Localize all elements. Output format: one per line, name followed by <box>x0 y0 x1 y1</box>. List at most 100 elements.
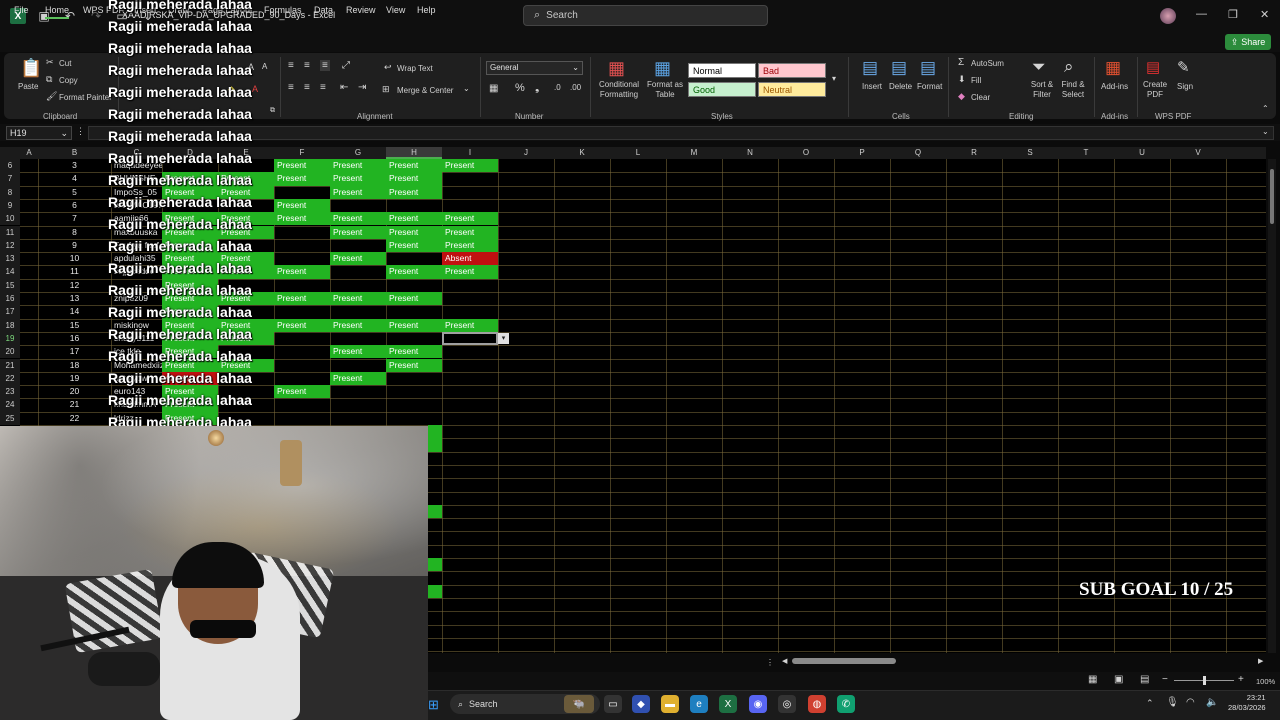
wifi-icon[interactable]: ◠ <box>1186 697 1195 708</box>
restore-icon[interactable]: ❐ <box>1228 8 1238 21</box>
cell-g[interactable]: Present <box>386 292 442 306</box>
cell-a[interactable]: 6 <box>38 199 111 212</box>
cell-a[interactable]: 20 <box>38 385 111 398</box>
zoom-out-icon[interactable]: − <box>1162 674 1168 685</box>
copilot-icon[interactable]: ◆ <box>632 695 650 713</box>
more-icon[interactable]: ⋮ <box>76 126 85 137</box>
tab-file[interactable]: File <box>14 5 29 15</box>
format-painter-icon[interactable]: 🖌 <box>46 91 57 102</box>
cell-g[interactable]: Present <box>386 265 442 279</box>
windows-start-icon[interactable]: ⊞ <box>428 697 442 712</box>
cell-g[interactable] <box>386 279 442 292</box>
zoom-level[interactable]: 100% <box>1256 677 1275 686</box>
search-box[interactable]: ⌕ Search <box>523 5 768 26</box>
column-header-o[interactable]: O <box>778 147 834 159</box>
cell-f[interactable]: Present <box>330 371 386 386</box>
whatsapp-icon[interactable]: ✆ <box>837 695 855 713</box>
column-header-k[interactable]: K <box>554 147 610 159</box>
minimize-icon[interactable]: — <box>1196 8 1207 20</box>
column-header-g[interactable]: G <box>330 147 386 159</box>
sign-button[interactable]: Sign <box>1177 82 1193 91</box>
sign-icon[interactable]: ✎ <box>1177 58 1190 76</box>
collapse-ribbon-icon[interactable]: ⌃ <box>1262 104 1269 113</box>
cell-a[interactable]: 10 <box>38 252 111 265</box>
row-header[interactable]: 12 <box>0 238 20 253</box>
cell-h[interactable] <box>442 292 498 305</box>
expand-formula-icon[interactable]: ⌄ <box>1262 127 1269 136</box>
row-header[interactable]: 14 <box>0 265 20 279</box>
row-header[interactable]: 21 <box>0 358 20 372</box>
chrome-icon[interactable]: ◍ <box>808 695 826 713</box>
cell-g[interactable]: Present <box>386 172 442 186</box>
format-painter-button[interactable]: Format Painter <box>59 93 112 102</box>
column-header-h[interactable]: H <box>386 147 442 159</box>
align-center-icon[interactable]: ≡ <box>304 82 310 93</box>
style-neutral[interactable]: Neutral <box>758 82 826 97</box>
row-header[interactable]: 15 <box>0 278 20 292</box>
addins-icon[interactable]: ▦ <box>1105 58 1121 78</box>
row-header[interactable]: 10 <box>0 212 20 226</box>
scroll-thumb[interactable] <box>792 658 896 664</box>
cell-g[interactable]: Present <box>386 225 442 239</box>
row-header[interactable]: 17 <box>0 305 20 319</box>
cell-g[interactable] <box>386 372 442 385</box>
name-box[interactable]: H19 ⌄ <box>6 126 72 140</box>
column-header-s[interactable]: S <box>1002 147 1058 159</box>
copy-icon[interactable]: ⧉ <box>46 74 52 85</box>
cell-a[interactable]: 21 <box>38 398 111 411</box>
tab-view[interactable]: View <box>386 5 405 15</box>
cell-h[interactable] <box>442 172 498 185</box>
delete-cells-button[interactable]: Delete <box>889 82 912 91</box>
selected-cell[interactable] <box>442 331 498 345</box>
row-header[interactable]: 9 <box>0 198 20 213</box>
cell-g[interactable] <box>386 385 442 398</box>
cell-a[interactable]: 19 <box>38 372 111 385</box>
zoom-in-icon[interactable]: + <box>1238 674 1244 685</box>
cell-f[interactable]: Present <box>330 292 386 306</box>
wrap-text-button[interactable]: Wrap Text <box>397 64 433 73</box>
cell-a[interactable]: 11 <box>38 265 111 278</box>
cell-g[interactable]: Present <box>386 238 442 253</box>
cell-h[interactable] <box>442 305 498 318</box>
cell-h[interactable] <box>442 359 498 372</box>
cell-h[interactable] <box>442 279 498 292</box>
scroll-left-icon[interactable]: ◀ <box>782 657 787 665</box>
format-as-table-icon[interactable]: ▦ <box>654 58 671 79</box>
row-header[interactable]: 19 <box>0 331 20 346</box>
column-header-l[interactable]: L <box>610 147 666 159</box>
cell-f[interactable] <box>330 265 386 278</box>
increase-decimal-icon[interactable]: .0 <box>554 83 561 92</box>
style-bad[interactable]: Bad <box>758 63 826 78</box>
decrease-decimal-icon[interactable]: .00 <box>570 83 581 92</box>
column-header-i[interactable]: I <box>442 147 498 159</box>
cell-a[interactable]: 13 <box>38 292 111 305</box>
autosum-button[interactable]: AutoSum <box>971 59 1004 68</box>
horizontal-scrollbar[interactable] <box>788 657 1266 665</box>
sort-filter-button[interactable]: Sort & Filter <box>1028 80 1056 100</box>
align-right-icon[interactable]: ≡ <box>320 82 326 93</box>
cut-icon[interactable]: ✂ <box>46 57 54 68</box>
cell-f[interactable]: Present <box>330 212 386 226</box>
delete-cells-icon[interactable]: ▤ <box>891 58 907 78</box>
addins-button[interactable]: Add-ins <box>1101 82 1128 91</box>
insert-cells-button[interactable]: Insert <box>862 82 882 91</box>
cell-h[interactable]: Present <box>442 265 498 279</box>
cell-a[interactable]: 8 <box>38 226 111 239</box>
column-header-n[interactable]: N <box>722 147 778 159</box>
row-header[interactable]: 24 <box>0 398 20 412</box>
align-top-icon[interactable]: ≡ <box>288 60 294 71</box>
clear-button[interactable]: Clear <box>971 93 990 102</box>
cell-g[interactable]: Present <box>386 318 442 332</box>
cell-g[interactable] <box>386 199 442 212</box>
row-header[interactable]: 18 <box>0 318 20 332</box>
show-hidden-icons-icon[interactable]: ⌃ <box>1146 698 1154 709</box>
column-header-q[interactable]: Q <box>890 147 946 159</box>
insert-cells-icon[interactable]: ▤ <box>862 58 878 78</box>
column-header-t[interactable]: T <box>1058 147 1114 159</box>
validation-dropdown-icon[interactable]: ▾ <box>498 332 509 344</box>
column-header-p[interactable]: P <box>834 147 890 159</box>
format-as-table-button[interactable]: Format as Table <box>645 80 685 100</box>
tab-data[interactable]: Data <box>314 5 333 15</box>
cell-f[interactable] <box>330 305 386 318</box>
scroll-right-icon[interactable]: ▶ <box>1258 657 1263 665</box>
